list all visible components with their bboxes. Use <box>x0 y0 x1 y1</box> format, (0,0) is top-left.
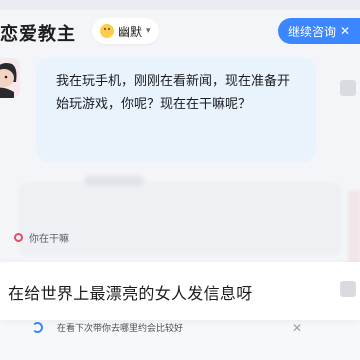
blurred-blob <box>84 176 144 186</box>
loading-icon <box>32 322 43 333</box>
suggestion-label: 在看下次带你去哪里约会比较好 <box>57 324 184 334</box>
assistant-message-text: 我在玩手机，刚刚在看新闻，现在准备开始玩游戏，你呢？现在在干嘛呢？ <box>56 74 291 112</box>
copy-icon[interactable] <box>340 281 356 297</box>
mode-selector[interactable]: 幽默 ▾ <box>92 18 159 44</box>
header: 恋爱教主 幽默 ▾ 继续咨询 ✕ <box>0 10 360 54</box>
smile-icon <box>100 24 114 38</box>
caret-down-icon: ▾ <box>146 26 151 36</box>
close-icon[interactable]: ✕ <box>292 321 302 335</box>
assistant-message-bubble: 我在玩手机，刚刚在看新闻，现在准备开始玩游戏，你呢？现在在干嘛呢？ <box>36 58 316 162</box>
mode-label: 幽默 <box>118 24 143 39</box>
suggestion-row[interactable]: 在看下次带你去哪里约会比较好 <box>32 321 183 334</box>
top-stripe <box>0 0 360 10</box>
question-chip[interactable]: 你在干嘛 <box>14 230 69 245</box>
ring-icon <box>14 233 23 242</box>
close-icon[interactable]: ✕ <box>340 24 350 38</box>
page-title: 恋爱教主 <box>0 24 76 45</box>
question-chip-label: 你在干嘛 <box>29 234 69 245</box>
continue-consult-button[interactable]: 继续咨询 ✕ <box>278 18 360 44</box>
copy-icon[interactable] <box>340 80 356 96</box>
reply-text: 在给世界上最漂亮的女人发信息呀 <box>8 284 253 303</box>
continue-label: 继续咨询 <box>288 24 337 39</box>
avatar <box>0 58 20 98</box>
